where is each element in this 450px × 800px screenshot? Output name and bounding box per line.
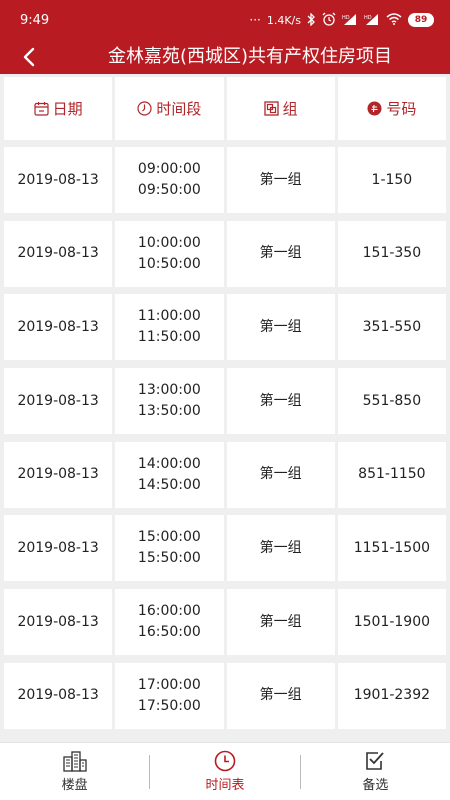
network-speed: 1.4K/s	[266, 13, 301, 27]
start-time: 10:00:00	[137, 234, 201, 251]
status-bar: 9:49 ··· 1.4K/s HD HD 89	[0, 0, 450, 40]
end-time: 17:50:00	[137, 697, 201, 714]
table-row[interactable]: 2019-08-13 13:00:00 13:50:00 第一组 551-850	[4, 368, 446, 435]
group-cell: 第一组	[226, 515, 335, 582]
group-cell: 第一组	[226, 441, 335, 508]
hd-signal-icon: HD	[364, 13, 380, 28]
tab-buildings[interactable]: 楼盘	[0, 743, 149, 800]
group-cell: 第一组	[226, 589, 335, 656]
start-time: 09:00:00	[137, 161, 201, 177]
schedule-table: 2019-08-13 09:00:00 09:50:00 第一组 1-150 20…	[4, 147, 446, 737]
column-label: 时间段	[156, 100, 202, 118]
column-header-group: 组	[226, 77, 335, 140]
calendar-icon	[34, 102, 49, 116]
column-header-date: 日期	[4, 77, 113, 140]
table-row[interactable]: 2019-08-13 17:00:00 17:50:00 第一组 1901-239…	[4, 662, 446, 729]
table-row[interactable]: 2019-08-13 15:00:00 15:50:00 第一组 1151-150…	[4, 515, 446, 582]
page-title: 金林嘉苑(西城区)共有产权住房项目	[107, 46, 393, 67]
column-header-time: 时间段	[115, 77, 224, 140]
hd-signal-icon: HD	[342, 13, 358, 28]
building-icon	[63, 751, 87, 772]
time-range-cell: 13:00:00 13:50:00	[115, 368, 224, 435]
table-row[interactable]: 2019-08-13 14:00:00 14:50:00 第一组 851-1150	[4, 441, 446, 508]
number-cell: 1-150	[337, 147, 446, 213]
status-icons: ··· 1.4K/s HD HD 89	[249, 11, 434, 28]
status-time: 9:49	[20, 12, 50, 28]
clock-icon	[214, 750, 236, 772]
time-range-cell: 15:00:00 15:50:00	[115, 515, 224, 582]
number-cell: 1501-1900	[337, 589, 446, 656]
end-time: 11:50:00	[137, 329, 201, 346]
table-row[interactable]: 2019-08-13 10:00:00 10:50:00 第一组 151-350	[4, 220, 446, 287]
start-time: 15:00:00	[137, 529, 201, 546]
clock-icon	[137, 101, 152, 116]
column-label: 日期	[52, 100, 83, 118]
time-range-cell: 17:00:00 17:50:00	[115, 662, 224, 729]
number-cell: 551-850	[337, 368, 446, 435]
tab-label: 楼盘	[61, 778, 88, 793]
start-time: 17:00:00	[137, 676, 201, 693]
date-cell: 2019-08-13	[4, 441, 113, 508]
time-range-cell: 16:00:00 16:50:00	[115, 589, 224, 656]
number-badge-icon	[367, 101, 382, 116]
back-arrow-icon	[23, 47, 35, 67]
number-cell: 351-550	[337, 294, 446, 361]
table-row[interactable]: 2019-08-13 16:00:00 16:50:00 第一组 1501-190…	[4, 589, 446, 656]
bluetooth-icon	[307, 11, 316, 28]
group-cell: 第一组	[226, 294, 335, 361]
end-time: 10:50:00	[137, 255, 201, 272]
time-range-cell: 09:00:00 09:50:00	[115, 147, 224, 213]
tab-favorites[interactable]: 备选	[301, 743, 450, 800]
start-time: 16:00:00	[137, 603, 201, 620]
svg-text:HD: HD	[364, 15, 372, 21]
end-time: 15:50:00	[137, 550, 201, 567]
checkbox-icon	[366, 752, 384, 770]
group-cell: 第一组	[226, 368, 335, 435]
battery-icon: 89	[408, 13, 434, 27]
bottom-nav: 楼盘 时间表 备选	[0, 742, 450, 800]
column-label: 组	[282, 100, 298, 118]
date-cell: 2019-08-13	[4, 147, 113, 213]
group-cell: 第一组	[226, 147, 335, 213]
column-header-number: 号码	[337, 77, 446, 140]
end-time: 14:50:00	[137, 476, 201, 493]
nav-bar: 金林嘉苑(西城区)共有产权住房项目	[0, 40, 450, 74]
date-cell: 2019-08-13	[4, 294, 113, 361]
table-row[interactable]: 2019-08-13 09:00:00 09:50:00 第一组 1-150	[4, 147, 446, 213]
tab-label: 备选	[362, 778, 389, 793]
start-time: 11:00:00	[137, 308, 201, 325]
wifi-icon	[386, 13, 402, 27]
end-time: 09:50:00	[137, 182, 201, 198]
alarm-icon	[322, 12, 336, 28]
date-cell: 2019-08-13	[4, 220, 113, 287]
end-time: 13:50:00	[137, 403, 201, 420]
start-time: 14:00:00	[137, 455, 201, 472]
time-range-cell: 11:00:00 11:50:00	[115, 294, 224, 361]
time-range-cell: 14:00:00 14:50:00	[115, 441, 224, 508]
date-cell: 2019-08-13	[4, 662, 113, 729]
back-button[interactable]	[12, 40, 46, 74]
start-time: 13:00:00	[137, 382, 201, 399]
end-time: 16:50:00	[137, 624, 201, 641]
table-header: 日期 时间段 组 号码	[4, 77, 446, 140]
tab-schedule[interactable]: 时间表	[150, 743, 299, 800]
svg-text:HD: HD	[342, 15, 350, 21]
number-cell: 1151-1500	[337, 515, 446, 582]
date-cell: 2019-08-13	[4, 368, 113, 435]
group-cell: 第一组	[226, 220, 335, 287]
time-range-cell: 10:00:00 10:50:00	[115, 220, 224, 287]
number-cell: 851-1150	[337, 441, 446, 508]
number-cell: 151-350	[337, 220, 446, 287]
signal-dots-icon: ···	[249, 13, 261, 27]
date-cell: 2019-08-13	[4, 515, 113, 582]
date-cell: 2019-08-13	[4, 589, 113, 656]
column-label: 号码	[386, 100, 417, 118]
group-icon	[263, 101, 279, 116]
group-cell: 第一组	[226, 662, 335, 729]
number-cell: 1901-2392	[337, 662, 446, 729]
top-bar: 9:49 ··· 1.4K/s HD HD 89 金林嘉苑(西城区)共有产权住房…	[0, 0, 450, 74]
tab-label: 时间表	[205, 778, 245, 793]
table-row[interactable]: 2019-08-13 11:00:00 11:50:00 第一组 351-550	[4, 294, 446, 361]
